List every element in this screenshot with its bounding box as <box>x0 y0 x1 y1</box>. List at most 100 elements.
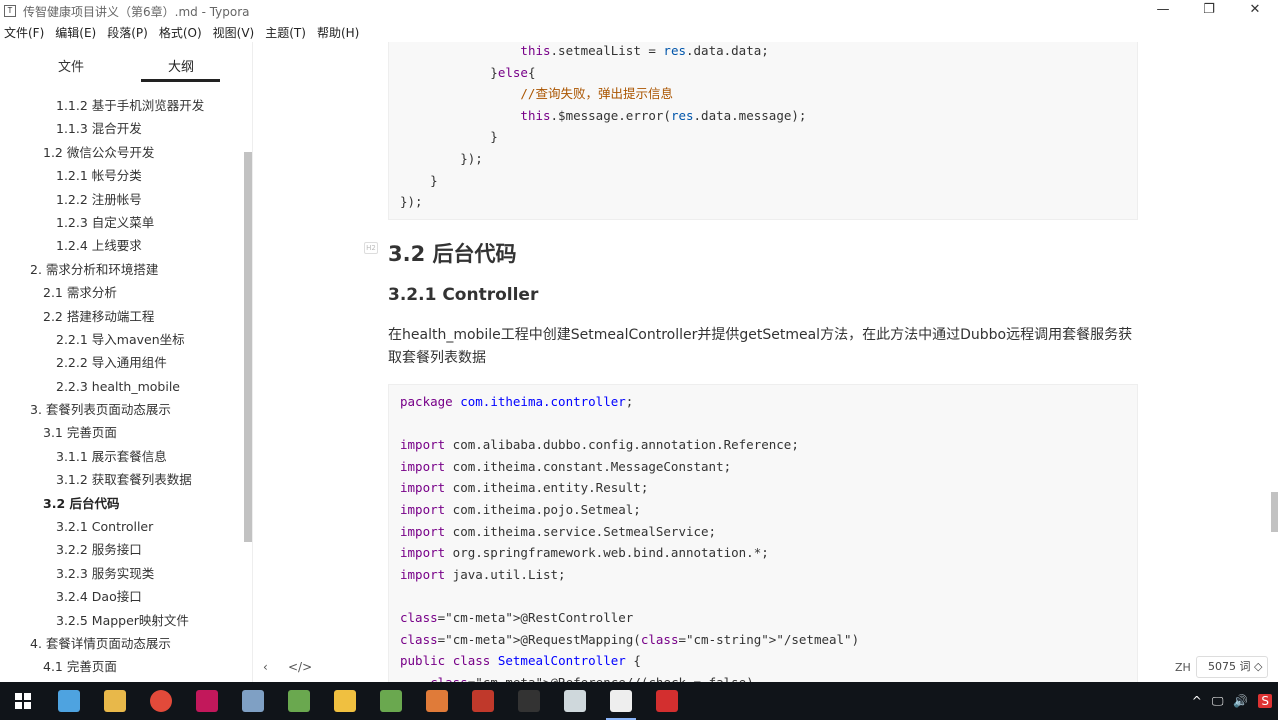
code-line: class="cm-meta">@RestController <box>400 609 634 625</box>
code-block-top[interactable]: this.setmealList = res.data.data; }else{… <box>388 42 1138 220</box>
outline-item[interactable]: 1.2 微信公众号开发 <box>0 141 242 164</box>
code-block-controller[interactable]: package com.itheima.controller; import co… <box>388 384 1138 682</box>
windows-icon <box>15 693 31 709</box>
sidebar: 文件 大纲 1.1.2 基于手机浏览器开发 1.1.3 混合开发 1.2 微信公众号… <box>0 42 253 682</box>
menu-paragraph[interactable]: 段落(P) <box>107 24 148 41</box>
outline-item[interactable]: 3. 套餐列表页面动态展示 <box>0 398 242 421</box>
taskbar-app[interactable] <box>368 682 414 720</box>
start-button[interactable] <box>0 682 46 720</box>
outline-item[interactable]: 2.1 需求分析 <box>0 281 242 304</box>
image-viewer-icon <box>288 690 310 712</box>
outline-item[interactable]: 1.2.1 帐号分类 <box>0 164 242 187</box>
menu-bar: 文件(F) 编辑(E) 段落(P) 格式(O) 视图(V) 主题(T) 帮助(H… <box>0 22 1278 42</box>
outline-item[interactable]: 1.1.3 混合开发 <box>0 117 242 140</box>
menu-file[interactable]: 文件(F) <box>4 24 44 41</box>
restore-button[interactable]: ❐ <box>1186 0 1232 22</box>
terminal-icon <box>518 690 540 712</box>
record-icon <box>656 690 678 712</box>
outline-item[interactable]: 3.1.2 获取套餐列表数据 <box>0 468 242 491</box>
tray-input-method-icon[interactable]: S <box>1258 694 1272 708</box>
outline-item[interactable]: 1.2.4 上线要求 <box>0 234 242 257</box>
tray-volume-icon[interactable]: 🔊 <box>1233 694 1248 708</box>
chrome-icon <box>150 690 172 712</box>
typora-icon <box>610 690 632 712</box>
folder-icon <box>104 690 126 712</box>
matlab-icon <box>426 690 448 712</box>
heading-3-2: 3.2 后台代码 <box>388 242 517 266</box>
outline-item[interactable]: 3.1 完善页面 <box>0 421 242 444</box>
code-line: import com.itheima.entity.Result; <box>400 480 649 496</box>
outline-item[interactable]: 1.2.2 注册帐号 <box>0 188 242 211</box>
outline-item[interactable]: 1.2.3 自定义菜单 <box>0 211 242 234</box>
tab-files[interactable]: 文件 <box>58 56 84 75</box>
notepad-icon <box>380 690 402 712</box>
close-button[interactable]: ✕ <box>1232 0 1278 22</box>
system-tray: ^ 🖵 🔊 S <box>1182 682 1272 720</box>
menu-view[interactable]: 视图(V) <box>213 24 255 41</box>
outline-item[interactable]: 2. 需求分析和环境搭建 <box>0 258 242 281</box>
taskbar-app[interactable] <box>322 682 368 720</box>
outline-item[interactable]: 3.1.1 展示套餐信息 <box>0 445 242 468</box>
outline-item[interactable]: 4. 套餐详情页面动态展示 <box>0 632 242 655</box>
code-line: }); <box>400 194 423 210</box>
outline-item[interactable]: 3.2.4 Dao接口 <box>0 585 242 608</box>
taskbar-app[interactable] <box>138 682 184 720</box>
taskbar-app[interactable] <box>92 682 138 720</box>
outline-list: 1.1.2 基于手机浏览器开发 1.1.3 混合开发 1.2 微信公众号开发 1.2.… <box>0 94 242 679</box>
code-line: class="cm-meta">@RequestMapping(class="c… <box>400 631 860 647</box>
outline-item[interactable]: 3.2.2 服务接口 <box>0 538 242 561</box>
sidebar-scrollbar[interactable] <box>244 152 252 542</box>
taskbar-app[interactable] <box>598 682 644 720</box>
sidebar-tabs: 文件 大纲 <box>0 42 253 84</box>
language-indicator: ZH <box>1175 661 1191 674</box>
menu-edit[interactable]: 编辑(E) <box>55 24 96 41</box>
code-line: }else{ <box>400 64 536 80</box>
code-line: }); <box>400 150 483 166</box>
taskbar-app[interactable] <box>46 682 92 720</box>
outline-item[interactable]: 1.1.2 基于手机浏览器开发 <box>0 94 242 117</box>
minimize-button[interactable]: — <box>1140 0 1186 22</box>
outline-item[interactable]: 3.2.5 Mapper映射文件 <box>0 609 242 632</box>
taskbar-app[interactable] <box>414 682 460 720</box>
code-line: import com.itheima.service.SetmealServic… <box>400 523 717 539</box>
outline-item[interactable]: 3.2.3 服务实现类 <box>0 562 242 585</box>
explorer-icon <box>58 690 80 712</box>
outline-item[interactable]: 4.1 完善页面 <box>0 655 242 678</box>
menu-help[interactable]: 帮助(H) <box>317 24 359 41</box>
outline-item[interactable]: 2.2.1 导入maven坐标 <box>0 328 242 351</box>
code-line: } <box>400 129 498 145</box>
taskbar-app[interactable] <box>230 682 276 720</box>
menu-format[interactable]: 格式(O) <box>159 24 202 41</box>
taskbar-app[interactable] <box>644 682 690 720</box>
outline-item[interactable]: 2.2.2 导入通用组件 <box>0 351 242 374</box>
outline-item[interactable]: 3.2 后台代码 <box>0 492 242 515</box>
tab-outline[interactable]: 大纲 <box>168 56 194 75</box>
code-line: class="cm-meta">@Reference//(check = fal… <box>389 672 1137 682</box>
tray-expand-icon[interactable]: ^ <box>1192 694 1202 708</box>
code-line: package com.itheima.controller; <box>400 394 634 409</box>
menu-theme[interactable]: 主题(T) <box>265 24 306 41</box>
word-count[interactable]: 5075 词 ◇ <box>1196 656 1268 678</box>
taskbar-app[interactable] <box>506 682 552 720</box>
title-bar: T 传智健康项目讲义（第6章）.md - Typora — ❐ ✕ <box>0 0 1278 22</box>
typora-window: T 传智健康项目讲义（第6章）.md - Typora — ❐ ✕ 文件(F) … <box>0 0 1278 720</box>
outline-item[interactable]: 2.2.3 health_mobile <box>0 375 242 398</box>
taskbar-app[interactable] <box>552 682 598 720</box>
outline-item[interactable]: 3.2.1 Controller <box>0 515 242 538</box>
outline-item[interactable]: 2.2 搭建移动端工程 <box>0 305 242 328</box>
window-controls: — ❐ ✕ <box>1140 0 1278 22</box>
window-icon <box>564 690 586 712</box>
taskbar-app[interactable] <box>184 682 230 720</box>
taskbar-app[interactable] <box>460 682 506 720</box>
code-line: } <box>400 172 438 188</box>
code-line: import java.util.List; <box>400 566 566 582</box>
editor-scrollbar[interactable] <box>1271 492 1278 532</box>
taskbar-apps <box>46 682 690 720</box>
code-line: this.setmealList = res.data.data; <box>520 43 769 58</box>
taskbar-app[interactable] <box>276 682 322 720</box>
tray-network-icon[interactable]: 🖵 <box>1212 694 1224 709</box>
feather-icon <box>242 690 264 712</box>
editor[interactable]: this.setmealList = res.data.data; }else{… <box>254 42 1278 682</box>
